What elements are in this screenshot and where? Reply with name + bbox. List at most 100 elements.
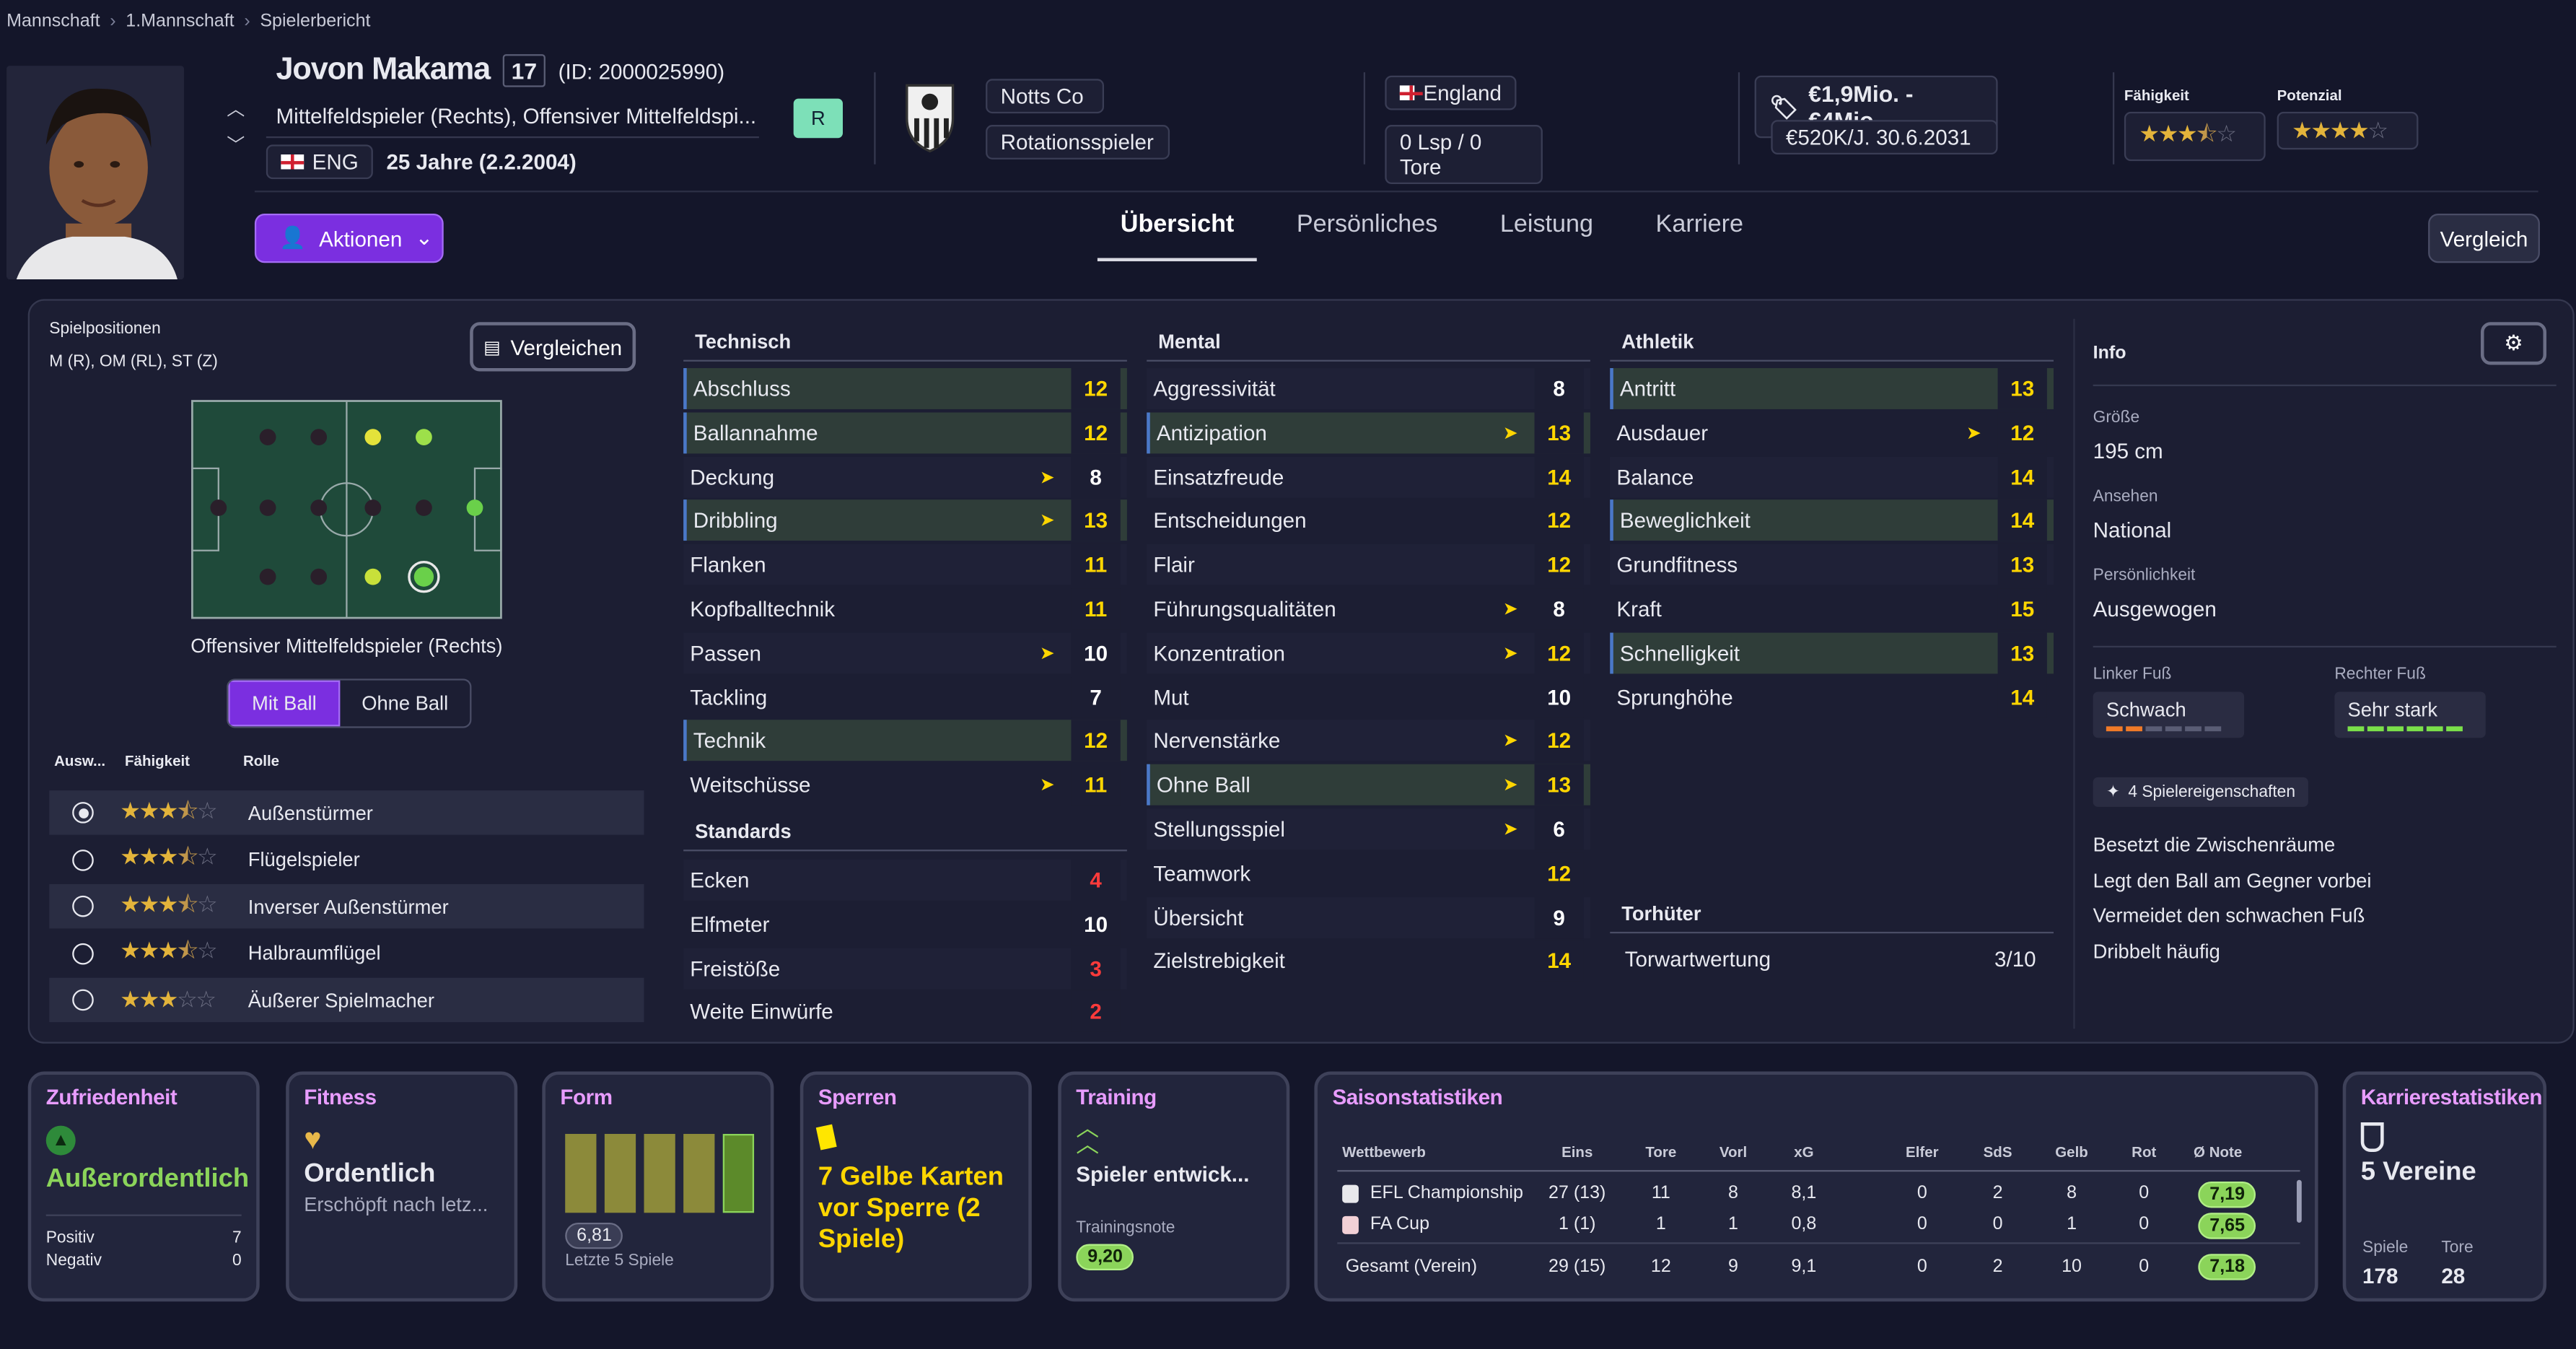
role-name: Inverser Außenstürmer xyxy=(247,895,449,919)
personality-icon[interactable]: ⚙ xyxy=(2480,322,2547,365)
potential-stars: ★★★★☆ xyxy=(2277,111,2419,150)
attribute-row[interactable]: Mut 10 xyxy=(1147,676,1590,718)
season-col-header[interactable]: Eins xyxy=(1553,1144,1602,1161)
competition-name[interactable]: EFL Championship xyxy=(1370,1183,1567,1202)
club-name[interactable]: Notts Co xyxy=(986,79,1105,114)
club-crest-icon[interactable] xyxy=(901,79,960,162)
attribute-row[interactable]: Schnelligkeit 13 xyxy=(1610,632,2054,674)
chevron-down-icon[interactable]: ﹀ xyxy=(227,128,245,165)
attribute-row[interactable]: Ausdauer ➤ 12 xyxy=(1610,412,2054,453)
breadcrumb-item[interactable]: Mannschaft xyxy=(6,12,100,31)
pitch[interactable] xyxy=(190,399,503,627)
attribute-value: 11 xyxy=(1071,544,1121,585)
role-row[interactable]: ★★★⯪☆ Außenstürmer xyxy=(49,790,644,835)
tab-leistung[interactable]: Leistung xyxy=(1500,201,1616,261)
player-nav-arrows[interactable]: ︿ ﹀ xyxy=(227,92,245,165)
attribute-row[interactable]: Antizipation ➤ 13 xyxy=(1147,412,1590,453)
attribute-row[interactable]: Nervenstärke ➤ 12 xyxy=(1147,720,1590,762)
card-training[interactable]: Training ︿ ︿ Spieler entwick... Trainings… xyxy=(1058,1071,1290,1302)
attribute-row[interactable]: Balance 14 xyxy=(1610,456,2054,497)
attribute-row[interactable]: Teamwork 12 xyxy=(1147,852,1590,894)
attribute-row[interactable]: Antritt 13 xyxy=(1610,368,2054,409)
attribute-row[interactable]: Ohne Ball ➤ 13 xyxy=(1147,764,1590,806)
traits-badge[interactable]: ✦ 4 Spielereigenschaften xyxy=(2093,777,2309,807)
card-zufriedenheit[interactable]: Zufriedenheit ▲ Außerordentlich Positiv 7… xyxy=(27,1071,260,1302)
attribute-row[interactable]: Elfmeter 10 xyxy=(683,903,1127,945)
compare-button[interactable]: Vergleich xyxy=(2428,213,2540,263)
attribute-value: 12 xyxy=(1997,412,2047,453)
attribute-row[interactable]: Grundfitness 13 xyxy=(1610,544,2054,585)
attribute-value: 13 xyxy=(1534,764,1584,806)
season-col-header[interactable]: Elfer xyxy=(1898,1144,1947,1161)
card-title: Training xyxy=(1076,1084,1157,1109)
radio-icon[interactable] xyxy=(72,990,94,1012)
attribute-row[interactable]: Führungsqualitäten ➤ 8 xyxy=(1147,588,1590,630)
season-cell: 29 (15) xyxy=(1548,1257,1606,1278)
chevron-up-icon[interactable]: ︿ xyxy=(227,92,245,128)
nation-pill[interactable]: England xyxy=(1385,75,1517,110)
attribute-row[interactable]: Stellungsspiel ➤ 6 xyxy=(1147,808,1590,850)
attribute-row[interactable]: Aggressivität 8 xyxy=(1147,368,1590,409)
info-title: Info xyxy=(2093,343,2126,364)
card-form[interactable]: Form 6,81 Letzte 5 Spiele xyxy=(542,1071,774,1302)
attribute-row[interactable]: Sprunghöhe 14 xyxy=(1610,676,2054,718)
attribute-value: 10 xyxy=(1071,903,1121,945)
role-row[interactable]: ★★★⯪☆ Inverser Außenstürmer xyxy=(49,884,644,929)
attribute-row[interactable]: Abschluss 12 xyxy=(683,368,1127,409)
form-bar xyxy=(644,1133,675,1213)
attribute-row[interactable]: Flanken 11 xyxy=(683,544,1127,585)
attribute-row[interactable]: Freistöße 3 xyxy=(683,947,1127,989)
season-col-header[interactable]: xG xyxy=(1779,1144,1828,1161)
compare-positions-button[interactable]: ▤ Vergleichen xyxy=(470,322,636,372)
attribute-row[interactable]: Weite Einwürfe 2 xyxy=(683,991,1127,1033)
radio-icon[interactable] xyxy=(72,896,94,917)
attribute-row[interactable]: Entscheidungen 12 xyxy=(1147,500,1590,541)
breadcrumb-item[interactable]: 1.Mannschaft xyxy=(126,12,234,31)
attribute-row[interactable]: Ecken 4 xyxy=(683,859,1127,901)
season-col-header[interactable]: Wettbewerb xyxy=(1342,1144,1539,1161)
with-ball-button[interactable]: Mit Ball xyxy=(228,680,341,727)
actions-button[interactable]: 👤 Aktionen ⌄ xyxy=(254,213,444,263)
attribute-row[interactable]: Kraft 15 xyxy=(1610,588,2054,630)
competition-name[interactable]: FA Cup xyxy=(1370,1215,1567,1234)
tab-uebersicht[interactable]: Übersicht xyxy=(1097,201,1258,262)
season-col-header[interactable]: Ø Note xyxy=(2194,1144,2243,1161)
attribute-row[interactable]: Technik 12 xyxy=(683,720,1127,762)
attribute-row[interactable]: Dribbling ➤ 13 xyxy=(683,500,1127,541)
attribute-row[interactable]: Zielstrebigkeit 14 xyxy=(1147,940,1590,982)
attribute-value: 12 xyxy=(1534,852,1584,894)
attribute-row[interactable]: Kopfballtechnik 11 xyxy=(683,588,1127,630)
tab-karriere[interactable]: Karriere xyxy=(1656,201,1766,261)
season-col-header[interactable]: Gelb xyxy=(2047,1144,2096,1161)
card-saisonstatistiken[interactable]: Saisonstatistiken Wettbewerb Eins Tore Vorl… xyxy=(1314,1071,2318,1302)
season-col-header[interactable]: SdS xyxy=(1973,1144,2022,1161)
season-col-header[interactable]: Vorl xyxy=(1709,1144,1758,1161)
trend-arrow-icon: ➤ xyxy=(1502,776,1518,796)
role-row[interactable]: ★★★⯪☆ Halbraumflügel xyxy=(49,931,644,975)
without-ball-button[interactable]: Ohne Ball xyxy=(340,681,470,727)
card-sperren[interactable]: Sperren 7 Gelbe Karten vor Sperre (2 Spi… xyxy=(799,1071,1032,1302)
attribute-row[interactable]: Tackling 7 xyxy=(683,676,1127,718)
attribute-row[interactable]: Konzentration ➤ 12 xyxy=(1147,632,1590,674)
attribute-row[interactable]: Weitschüsse ➤ 11 xyxy=(683,764,1127,806)
attribute-row[interactable]: Übersicht 9 xyxy=(1147,896,1590,938)
radio-icon[interactable] xyxy=(72,849,94,870)
attribute-name: Sprunghöhe xyxy=(1616,684,1733,710)
attribute-row[interactable]: Ballannahme 12 xyxy=(683,412,1127,453)
attribute-row[interactable]: Beweglichkeit 14 xyxy=(1610,500,2054,541)
season-col-header[interactable]: Tore xyxy=(1637,1144,1686,1161)
card-fitness[interactable]: Fitness ♥ Ordentlich Erschöpft nach letz… xyxy=(286,1071,518,1302)
radio-selected-icon[interactable] xyxy=(72,802,94,824)
radio-icon[interactable] xyxy=(72,943,94,965)
card-title: Form xyxy=(560,1084,613,1109)
card-karrierestatistiken[interactable]: Karrierestatistiken 5 Vereine Spiele Tor… xyxy=(2342,1071,2547,1302)
scrollbar[interactable] xyxy=(2296,1179,2302,1223)
role-row[interactable]: ★★★☆☆ Äußerer Spielmacher xyxy=(49,978,644,1023)
attribute-row[interactable]: Flair 12 xyxy=(1147,544,1590,585)
season-col-header[interactable]: Rot xyxy=(2119,1144,2168,1161)
attribute-row[interactable]: Einsatzfreude 14 xyxy=(1147,456,1590,497)
attribute-row[interactable]: Deckung ➤ 8 xyxy=(683,456,1127,497)
role-row[interactable]: ★★★⯪☆ Flügelspieler xyxy=(49,837,644,881)
tab-persoenliches[interactable]: Persönliches xyxy=(1297,201,1460,261)
attribute-row[interactable]: Passen ➤ 10 xyxy=(683,632,1127,674)
